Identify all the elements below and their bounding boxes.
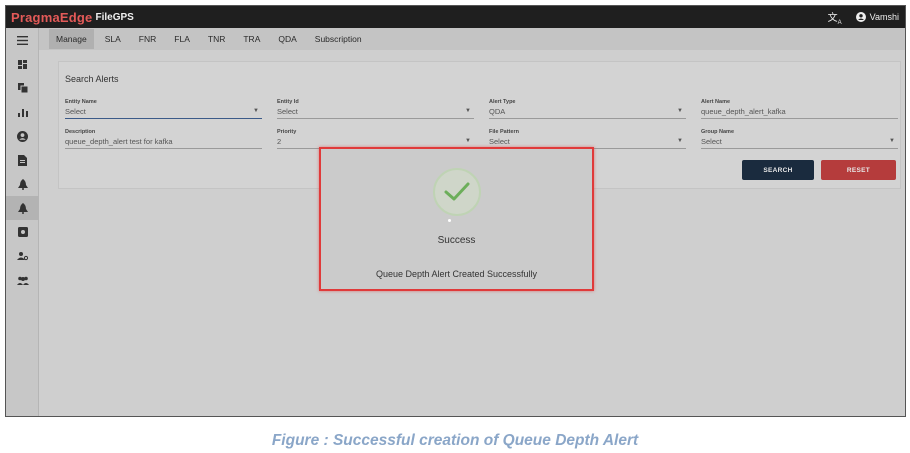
search-alerts-title: Search Alerts [65, 74, 119, 84]
tab-subscription[interactable]: Subscription [308, 29, 369, 49]
bar-chart-icon[interactable] [6, 100, 39, 124]
alert-type-value: QDA [489, 107, 506, 116]
priority-select[interactable]: Priority 2 ▼ [277, 129, 474, 149]
translate-icon[interactable]: 文A [828, 9, 842, 26]
tab-fnr[interactable]: FNR [132, 29, 163, 49]
entity-name-value: Select [65, 107, 86, 116]
description-label: Description [65, 129, 96, 135]
tab-sla[interactable]: SLA [98, 29, 128, 49]
search-button[interactable]: SEARCH [742, 160, 814, 180]
tab-qda[interactable]: QDA [271, 29, 303, 49]
priority-label: Priority [277, 129, 297, 135]
chevron-down-icon: ▼ [465, 108, 471, 114]
file-pattern-value: Select [489, 137, 510, 146]
description-input[interactable]: Description queue_depth_alert test for k… [65, 129, 262, 149]
top-bar: PragmaEdge FileGPS 文A Vamshi [6, 6, 905, 28]
group-name-label: Group Name [701, 129, 735, 135]
tab-bar: Manage SLA FNR FLA TNR TRA QDA Subscript… [39, 28, 905, 50]
alert-type-label: Alert Type [489, 99, 516, 105]
chevron-down-icon: ▼ [677, 108, 683, 114]
entity-id-value: Select [277, 107, 298, 116]
alert-type-select[interactable]: Alert Type QDA ▼ [489, 99, 686, 119]
document-icon[interactable] [6, 148, 39, 172]
dialog-title: Success [437, 235, 476, 246]
check-circle-icon [433, 168, 481, 216]
account-circle-icon [855, 12, 866, 22]
dialog-message: Queue Depth Alert Created Successfully [375, 269, 538, 279]
priority-value: 2 [277, 137, 282, 146]
product-name: FileGPS [95, 11, 134, 23]
group-name-value: Select [701, 137, 722, 146]
tab-fla[interactable]: FLA [167, 29, 197, 49]
chevron-down-icon: ▼ [253, 108, 259, 114]
dashboard-icon[interactable] [6, 52, 39, 76]
entity-id-select[interactable]: Entity Id Select ▼ [277, 99, 474, 119]
chevron-down-icon: ▼ [465, 138, 471, 144]
tab-manage[interactable]: Manage [49, 29, 94, 49]
chevron-down-icon: ▼ [677, 138, 683, 144]
file-pattern-label: File Pattern [489, 129, 519, 135]
brand-logo: PragmaEdge [11, 9, 93, 25]
chevron-down-icon: ▼ [889, 138, 895, 144]
user-settings-icon[interactable] [6, 244, 39, 268]
tab-tra[interactable]: TRA [236, 29, 267, 49]
group-name-select[interactable]: Group Name Select ▼ [701, 129, 898, 149]
success-dialog: Success Queue Depth Alert Created Succes… [319, 147, 594, 291]
copy-icon[interactable] [6, 76, 39, 100]
sidebar [6, 28, 39, 416]
entity-name-select[interactable]: Entity Name Select ▼ [65, 99, 262, 119]
description-value: queue_depth_alert test for kafka [65, 137, 173, 146]
alert-active-icon[interactable] [6, 196, 39, 220]
settings-icon[interactable] [6, 220, 39, 244]
loading-dot [448, 219, 451, 222]
alert-name-value: queue_depth_alert_kafka [701, 107, 786, 116]
entity-name-label: Entity Name [65, 99, 97, 105]
file-pattern-select[interactable]: File Pattern Select ▼ [489, 129, 686, 149]
group-icon[interactable] [6, 268, 39, 292]
alert-name-input[interactable]: Alert Name queue_depth_alert_kafka [701, 99, 898, 119]
reset-button[interactable]: RESET [821, 160, 896, 180]
figure-caption: Figure : Successful creation of Queue De… [271, 432, 639, 449]
user-name: Vamshi [869, 12, 899, 22]
alert-name-label: Alert Name [701, 99, 731, 105]
entity-id-label: Entity Id [277, 99, 299, 105]
tab-tnr[interactable]: TNR [201, 29, 232, 49]
user-icon[interactable] [6, 124, 39, 148]
alert-icon[interactable] [6, 172, 39, 196]
menu-icon[interactable] [6, 28, 39, 52]
app-window: PragmaEdge FileGPS 文A Vamshi Manage SLA … [5, 5, 906, 417]
user-menu[interactable]: Vamshi [855, 12, 899, 22]
